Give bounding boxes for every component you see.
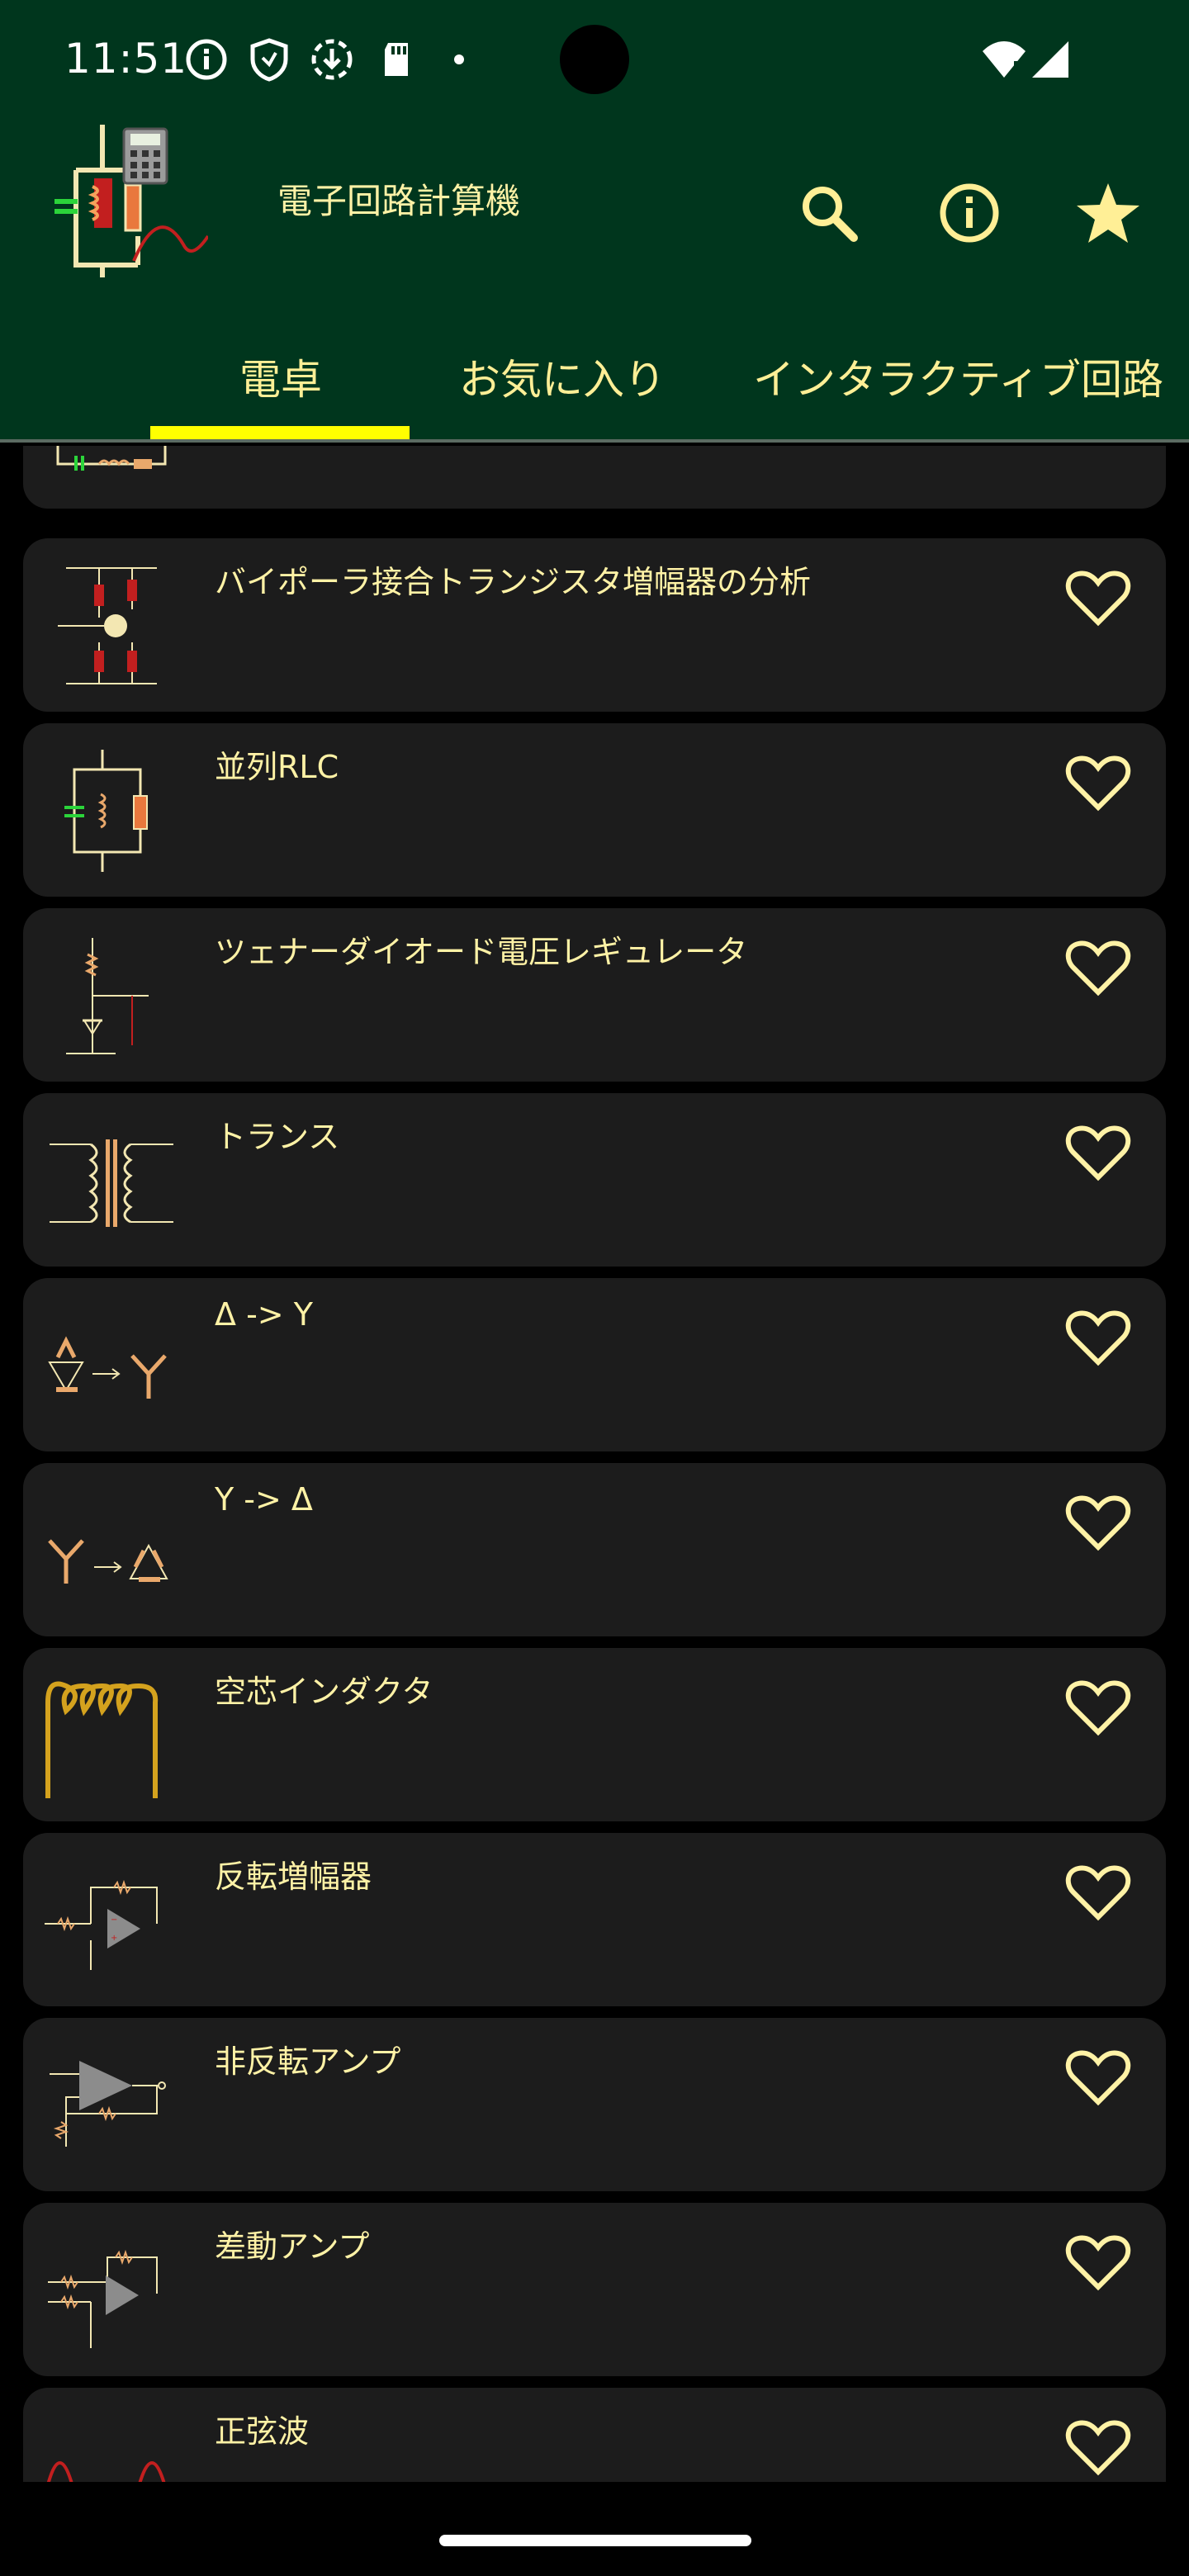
camera-cutout bbox=[560, 25, 629, 94]
list-item-title: 差動アンプ bbox=[215, 2228, 370, 2265]
list-item[interactable] bbox=[23, 446, 1166, 509]
favorite-heart-icon[interactable] bbox=[1065, 2419, 1131, 2477]
svg-text:+: + bbox=[111, 1934, 117, 1943]
list-item[interactable]: 非反転アンプ bbox=[23, 2018, 1166, 2191]
inverting-amplifier-thumbnail-icon: −+ bbox=[45, 1879, 158, 1970]
shield-status-icon bbox=[250, 38, 288, 82]
status-time: 11:51 bbox=[64, 35, 188, 83]
favorite-heart-icon[interactable] bbox=[1065, 1125, 1131, 1182]
list-item[interactable]: Y -> Δ bbox=[23, 1463, 1166, 1636]
tab-indicator bbox=[150, 426, 410, 439]
differential-amplifier-thumbnail-icon bbox=[48, 2249, 158, 2348]
home-gesture-handle[interactable] bbox=[439, 2535, 751, 2546]
tab-favorites[interactable]: お気に入り bbox=[459, 347, 666, 406]
calculator-list[interactable]: バイポーラ接合トランジスタ増幅器の分析 並列RLC ツェナーダイオード電圧レギュ… bbox=[0, 446, 1189, 2482]
delta-to-y-thumbnail-icon bbox=[48, 1336, 167, 1399]
list-item[interactable]: ツェナーダイオード電圧レギュレータ bbox=[23, 908, 1166, 1082]
download-status-icon bbox=[311, 39, 353, 80]
app-logo bbox=[54, 125, 208, 277]
search-icon[interactable] bbox=[794, 178, 864, 248]
favorite-heart-icon[interactable] bbox=[1065, 1864, 1131, 1922]
list-item-title: Y -> Δ bbox=[215, 1481, 313, 1518]
list-item[interactable]: トランス bbox=[23, 1093, 1166, 1267]
list-item[interactable]: Δ -> Y bbox=[23, 1278, 1166, 1451]
tab-calculators[interactable]: 電卓 bbox=[239, 347, 322, 406]
list-item[interactable]: 空芯インダクタ bbox=[23, 1648, 1166, 1821]
status-bar: 11:51 bbox=[0, 0, 1189, 116]
signal-icon bbox=[1032, 41, 1068, 78]
air-core-inductor-thumbnail-icon bbox=[45, 1681, 159, 1798]
sd-card-status-icon bbox=[385, 43, 408, 76]
tab-interactive-circuits[interactable]: インタラクティブ回路 bbox=[753, 347, 1163, 406]
sine-wave-thumbnail-icon bbox=[46, 2461, 166, 2482]
favorite-heart-icon[interactable] bbox=[1065, 755, 1131, 812]
list-item[interactable]: − + 反転増幅器 bbox=[23, 1833, 1166, 2006]
list-item-title: 反転増幅器 bbox=[215, 1859, 372, 1895]
favorite-heart-icon[interactable] bbox=[1065, 1494, 1131, 1552]
transformer-thumbnail-icon bbox=[50, 1139, 173, 1227]
list-item-title: 正弦波 bbox=[215, 2413, 310, 2450]
info-status-icon bbox=[186, 39, 227, 80]
favorite-heart-icon[interactable] bbox=[1065, 940, 1131, 997]
zener-regulator-thumbnail-icon bbox=[66, 938, 149, 1054]
list-item-title: 非反転アンプ bbox=[215, 2043, 401, 2080]
favorite-heart-icon[interactable] bbox=[1065, 1309, 1131, 1367]
list-item[interactable]: 差動アンプ bbox=[23, 2203, 1166, 2376]
list-item-title: バイポーラ接合トランジスタ増幅器の分析 bbox=[215, 564, 812, 600]
parallel-rlc-thumbnail-icon bbox=[64, 750, 148, 872]
info-icon[interactable] bbox=[935, 178, 1004, 248]
y-to-delta-thumbnail-icon bbox=[48, 1539, 168, 1584]
list-item[interactable]: バイポーラ接合トランジスタ増幅器の分析 bbox=[23, 538, 1166, 712]
dot-status-icon bbox=[454, 54, 464, 64]
bjt-amplifier-thumbnail-icon bbox=[58, 567, 157, 684]
favorite-heart-icon[interactable] bbox=[1065, 2234, 1131, 2292]
favorite-heart-icon[interactable] bbox=[1065, 1679, 1131, 1737]
wifi-icon bbox=[983, 41, 1026, 78]
list-item-title: 並列RLC bbox=[215, 749, 339, 785]
list-item-title: 空芯インダクタ bbox=[215, 1674, 433, 1710]
list-item[interactable]: 並列RLC bbox=[23, 723, 1166, 897]
svg-text:−: − bbox=[111, 1915, 117, 1925]
circuit-thumbnail-icon bbox=[56, 446, 167, 471]
list-item-title: トランス bbox=[215, 1119, 340, 1155]
non-inverting-amplifier-thumbnail-icon bbox=[50, 2061, 166, 2147]
star-icon[interactable] bbox=[1073, 178, 1143, 248]
favorite-heart-icon[interactable] bbox=[1065, 2049, 1131, 2107]
list-item-title: Δ -> Y bbox=[215, 1296, 313, 1333]
favorite-heart-icon[interactable] bbox=[1065, 570, 1131, 627]
app-bar: 11:51 電子回路計算機 電卓 お気に入り インタラクティブ回路 bbox=[0, 0, 1189, 443]
app-title: 電子回路計算機 bbox=[277, 181, 521, 221]
list-item-title: ツェナーダイオード電圧レギュレータ bbox=[215, 934, 748, 970]
navigation-bar bbox=[0, 2482, 1189, 2576]
list-item[interactable]: 正弦波 bbox=[23, 2388, 1166, 2482]
